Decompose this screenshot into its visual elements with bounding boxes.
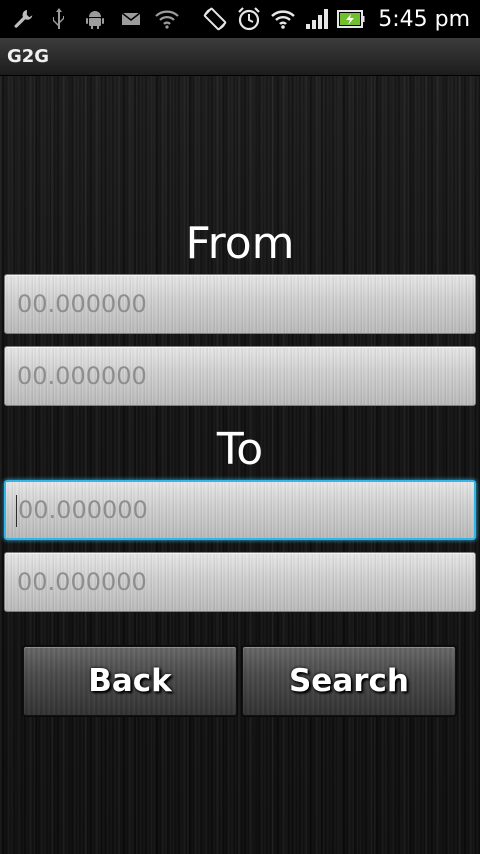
wifi-available-icon bbox=[152, 0, 182, 38]
to-longitude-input[interactable] bbox=[4, 552, 476, 612]
from-longitude-input[interactable] bbox=[4, 346, 476, 406]
main-content: From To Back Search bbox=[0, 76, 480, 854]
search-button[interactable]: Search bbox=[242, 646, 456, 716]
text-cursor bbox=[16, 495, 17, 527]
notification-icons bbox=[8, 0, 188, 38]
alarm-clock-icon bbox=[234, 0, 264, 38]
screen-rotation-icon bbox=[200, 0, 230, 38]
to-label: To bbox=[216, 424, 264, 475]
email-icon bbox=[116, 0, 146, 38]
wifi-icon bbox=[268, 0, 298, 38]
to-latitude-input[interactable] bbox=[4, 480, 476, 540]
wrench-icon bbox=[8, 0, 38, 38]
status-bar: 5:45 pm bbox=[0, 0, 480, 38]
signal-strength-icon bbox=[302, 0, 332, 38]
usb-icon bbox=[44, 0, 74, 38]
from-label: From bbox=[185, 218, 295, 269]
android-debug-icon bbox=[80, 0, 110, 38]
app-title: G2G bbox=[7, 46, 50, 67]
app-screen: 5:45 pm G2G From To Back Search bbox=[0, 0, 480, 854]
back-button[interactable]: Back bbox=[23, 646, 237, 716]
battery-charging-icon bbox=[336, 0, 366, 38]
from-latitude-input[interactable] bbox=[4, 274, 476, 334]
clock-time: 5:45 pm bbox=[378, 6, 470, 32]
app-title-bar: G2G bbox=[0, 38, 480, 76]
system-icons: 5:45 pm bbox=[200, 0, 470, 38]
